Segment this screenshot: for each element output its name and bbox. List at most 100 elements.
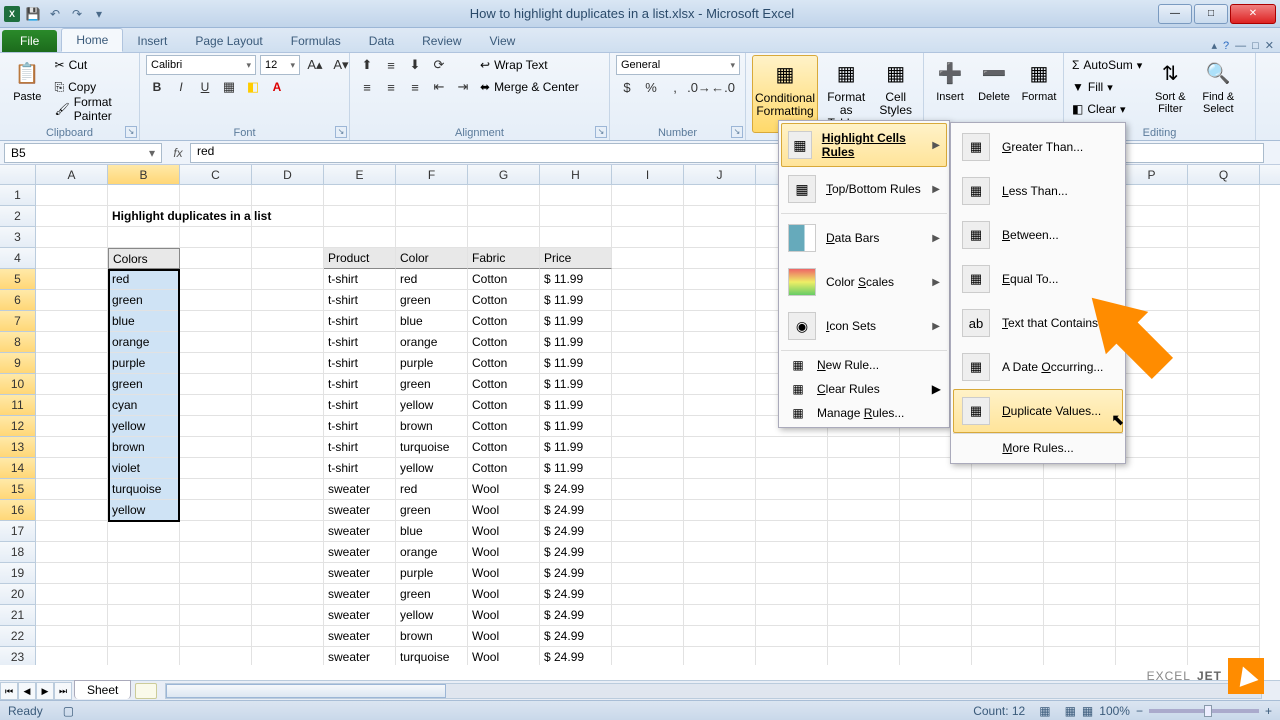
next-sheet-button[interactable]: ▶ [36, 682, 54, 700]
cell-A10[interactable] [36, 374, 108, 395]
cell-Q6[interactable] [1188, 290, 1260, 311]
cell-D10[interactable] [252, 374, 324, 395]
cell-P1[interactable] [1116, 185, 1188, 206]
zoom-out-button[interactable]: − [1136, 704, 1143, 718]
cell-C8[interactable] [180, 332, 252, 353]
cell-D9[interactable] [252, 353, 324, 374]
cell-J16[interactable] [684, 500, 756, 521]
cell-C13[interactable] [180, 437, 252, 458]
cell-C10[interactable] [180, 374, 252, 395]
clear-button[interactable]: ◧Clear ▾ [1070, 99, 1144, 119]
maximize-button[interactable]: □ [1194, 4, 1228, 24]
cell-P22[interactable] [1116, 626, 1188, 647]
cell-J17[interactable] [684, 521, 756, 542]
cell-G17[interactable]: Wool [468, 521, 540, 542]
name-box[interactable]: B5 [4, 143, 162, 163]
new-rule-item[interactable]: ▦New Rule... [781, 353, 947, 377]
cell-I6[interactable] [612, 290, 684, 311]
row-header-22[interactable]: 22 [0, 626, 36, 647]
cell-P12[interactable] [1116, 416, 1188, 437]
cell-H23[interactable]: $ 24.99 [540, 647, 612, 665]
row-header-6[interactable]: 6 [0, 290, 36, 311]
cell-A23[interactable] [36, 647, 108, 665]
cell-L20[interactable] [828, 584, 900, 605]
column-header-G[interactable]: G [468, 165, 540, 184]
cell-B10[interactable]: green [108, 374, 180, 395]
cell-F4[interactable]: Color [396, 248, 468, 269]
cell-K20[interactable] [756, 584, 828, 605]
cell-G11[interactable]: Cotton [468, 395, 540, 416]
cell-D11[interactable] [252, 395, 324, 416]
align-middle-icon[interactable]: ≡ [380, 55, 402, 75]
bold-button[interactable]: B [146, 77, 168, 97]
cell-B11[interactable]: cyan [108, 395, 180, 416]
cell-J9[interactable] [684, 353, 756, 374]
cell-J18[interactable] [684, 542, 756, 563]
cell-G16[interactable]: Wool [468, 500, 540, 521]
cell-C1[interactable] [180, 185, 252, 206]
cell-M23[interactable] [900, 647, 972, 665]
increase-indent-icon[interactable]: ⇥ [452, 77, 474, 97]
cell-E9[interactable]: t-shirt [324, 353, 396, 374]
row-header-9[interactable]: 9 [0, 353, 36, 374]
cell-I12[interactable] [612, 416, 684, 437]
align-bottom-icon[interactable]: ⬇ [404, 55, 426, 75]
cell-F7[interactable]: blue [396, 311, 468, 332]
row-header-7[interactable]: 7 [0, 311, 36, 332]
cell-F10[interactable]: green [396, 374, 468, 395]
align-right-icon[interactable]: ≡ [404, 77, 426, 97]
cell-D3[interactable] [252, 227, 324, 248]
sort-filter-button[interactable]: ⇅Sort & Filter [1148, 55, 1192, 117]
cell-P3[interactable] [1116, 227, 1188, 248]
cell-K23[interactable] [756, 647, 828, 665]
cell-C21[interactable] [180, 605, 252, 626]
cell-L15[interactable] [828, 479, 900, 500]
cell-H13[interactable]: $ 11.99 [540, 437, 612, 458]
cell-C12[interactable] [180, 416, 252, 437]
cell-D19[interactable] [252, 563, 324, 584]
cell-I22[interactable] [612, 626, 684, 647]
cell-P11[interactable] [1116, 395, 1188, 416]
column-header-I[interactable]: I [612, 165, 684, 184]
cell-A8[interactable] [36, 332, 108, 353]
percent-icon[interactable]: % [640, 77, 662, 97]
cell-K16[interactable] [756, 500, 828, 521]
cell-Q9[interactable] [1188, 353, 1260, 374]
format-cells-button[interactable]: ▦Format [1018, 55, 1060, 105]
cell-B9[interactable]: purple [108, 353, 180, 374]
cell-H14[interactable]: $ 11.99 [540, 458, 612, 479]
cell-G3[interactable] [468, 227, 540, 248]
cell-P18[interactable] [1116, 542, 1188, 563]
comma-icon[interactable]: , [664, 77, 686, 97]
home-tab[interactable]: Home [61, 28, 123, 52]
cell-J5[interactable] [684, 269, 756, 290]
view-tab[interactable]: View [476, 30, 530, 52]
clipboard-dialog-launcher[interactable]: ↘ [125, 126, 137, 138]
cell-E2[interactable] [324, 206, 396, 227]
cell-G1[interactable] [468, 185, 540, 206]
macro-record-icon[interactable]: ▢ [63, 704, 74, 718]
increase-decimal-icon[interactable]: .0→ [688, 77, 710, 97]
cell-G9[interactable]: Cotton [468, 353, 540, 374]
cell-F3[interactable] [396, 227, 468, 248]
cell-F9[interactable]: purple [396, 353, 468, 374]
cell-I23[interactable] [612, 647, 684, 665]
cell-A16[interactable] [36, 500, 108, 521]
shrink-font-icon[interactable]: A▾ [330, 55, 352, 75]
cell-A21[interactable] [36, 605, 108, 626]
cell-A3[interactable] [36, 227, 108, 248]
first-sheet-button[interactable]: ⏮ [0, 682, 18, 700]
cell-J21[interactable] [684, 605, 756, 626]
cell-B5[interactable]: red [108, 269, 180, 290]
between-item[interactable]: ▦Between... [953, 213, 1123, 257]
cell-P15[interactable] [1116, 479, 1188, 500]
cell-I3[interactable] [612, 227, 684, 248]
cell-D12[interactable] [252, 416, 324, 437]
cell-L19[interactable] [828, 563, 900, 584]
cell-H3[interactable] [540, 227, 612, 248]
row-header-23[interactable]: 23 [0, 647, 36, 665]
undo-icon[interactable]: ↶ [46, 5, 64, 23]
cell-D21[interactable] [252, 605, 324, 626]
formulas-tab[interactable]: Formulas [277, 30, 355, 52]
cell-H15[interactable]: $ 24.99 [540, 479, 612, 500]
